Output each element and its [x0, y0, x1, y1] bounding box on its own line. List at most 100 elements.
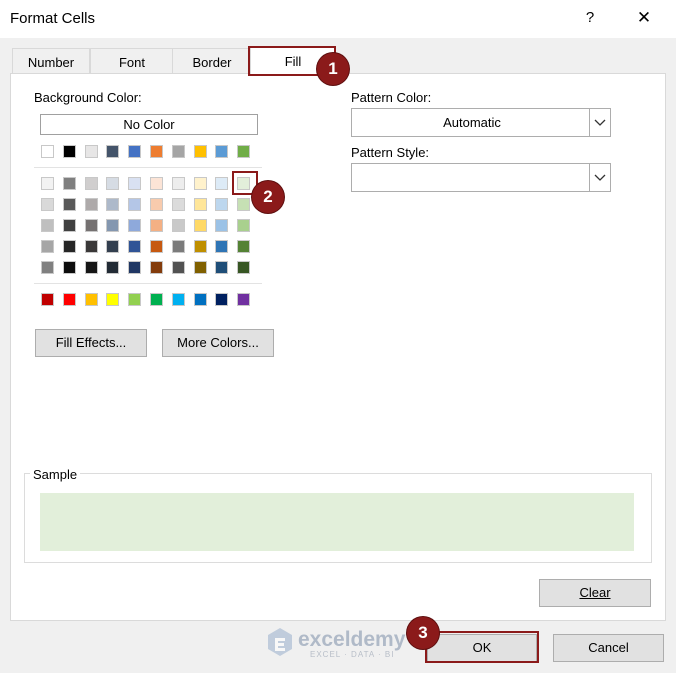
color-swatch-theme0-5[interactable]: [150, 177, 163, 190]
color-swatch-accent-7[interactable]: [193, 293, 207, 306]
color-swatch-theme3-3[interactable]: [106, 240, 120, 253]
ok-button-highlight: [425, 631, 539, 663]
color-swatch-theme1-9[interactable]: [237, 198, 251, 211]
color-swatch-theme4-7[interactable]: [193, 261, 207, 274]
color-swatch-theme3-6[interactable]: [171, 240, 185, 253]
color-swatch-theme1-4[interactable]: [128, 198, 142, 211]
color-swatch-theme1-3[interactable]: [106, 198, 120, 211]
pattern-style-label: Pattern Style:: [351, 145, 430, 160]
color-swatch-theme3-5[interactable]: [150, 240, 163, 253]
color-swatch-theme1-2[interactable]: [84, 198, 98, 211]
color-swatch-theme1-0[interactable]: [41, 198, 54, 211]
step-marker-2: 2: [252, 181, 284, 213]
color-swatch-theme4-2[interactable]: [84, 261, 98, 274]
pattern-style-dropdown[interactable]: [351, 163, 611, 192]
color-swatch-theme0-4[interactable]: [128, 177, 142, 190]
color-swatch-standard-2[interactable]: [84, 145, 98, 158]
color-swatch-theme1-1[interactable]: [62, 198, 76, 211]
color-swatch-theme4-6[interactable]: [171, 261, 185, 274]
tab-number[interactable]: Number: [12, 48, 90, 75]
close-button[interactable]: ✕: [630, 6, 658, 30]
color-swatch-standard-7[interactable]: [193, 145, 207, 158]
step-marker-1: 1: [317, 53, 349, 85]
color-swatch-theme2-7[interactable]: [193, 219, 207, 232]
clear-button[interactable]: Clear: [539, 579, 651, 607]
dialog-title: Format Cells: [10, 10, 96, 27]
color-swatch-theme4-9[interactable]: [237, 261, 251, 274]
cancel-button[interactable]: Cancel: [553, 634, 664, 662]
color-swatch-theme0-6[interactable]: [171, 177, 185, 190]
color-swatch-standard-6[interactable]: [171, 145, 185, 158]
step-marker-3: 3: [407, 617, 439, 649]
color-swatch-standard-8[interactable]: [215, 145, 229, 158]
color-swatch-theme2-2[interactable]: [84, 219, 98, 232]
watermark-tagline: EXCEL · DATA · BI: [310, 650, 395, 659]
pattern-color-value: Automatic: [443, 115, 501, 130]
chevron-down-icon[interactable]: [589, 109, 610, 136]
color-swatch-accent-1[interactable]: [62, 293, 76, 306]
color-swatch-accent-4[interactable]: [128, 293, 142, 306]
fill-effects-button[interactable]: Fill Effects...: [35, 329, 147, 357]
color-swatch-theme2-5[interactable]: [150, 219, 163, 232]
color-swatch-accent-8[interactable]: [215, 293, 229, 306]
color-swatch-theme4-8[interactable]: [215, 261, 229, 274]
color-swatch-theme0-0[interactable]: [41, 177, 54, 190]
color-swatch-theme1-5[interactable]: [150, 198, 163, 211]
color-swatch-theme2-9[interactable]: [237, 219, 251, 232]
color-swatch-theme3-4[interactable]: [128, 240, 142, 253]
color-swatch-accent-3[interactable]: [106, 293, 120, 306]
color-swatch-theme0-3[interactable]: [106, 177, 120, 190]
title-bar: [0, 0, 676, 38]
tab-border[interactable]: Border: [172, 48, 252, 75]
color-swatch-standard-9[interactable]: [237, 145, 251, 158]
color-swatch-theme4-4[interactable]: [128, 261, 142, 274]
color-swatch-theme0-2[interactable]: [84, 177, 98, 190]
color-swatch-theme3-0[interactable]: [41, 240, 54, 253]
color-swatch-theme3-8[interactable]: [215, 240, 229, 253]
color-swatch-theme3-7[interactable]: [193, 240, 207, 253]
color-swatch-accent-9[interactable]: [237, 293, 251, 306]
color-swatch-theme2-1[interactable]: [62, 219, 76, 232]
color-swatch-theme2-3[interactable]: [106, 219, 120, 232]
color-swatch-theme0-8[interactable]: [215, 177, 229, 190]
watermark-name: exceldemy: [298, 628, 406, 651]
sample-label: Sample: [30, 467, 81, 482]
pattern-color-label: Pattern Color:: [351, 90, 432, 105]
more-colors-button[interactable]: More Colors...: [162, 329, 274, 357]
color-swatch-theme1-8[interactable]: [215, 198, 229, 211]
color-swatch-theme3-1[interactable]: [62, 240, 76, 253]
color-swatch-theme0-1[interactable]: [62, 177, 76, 190]
color-swatch-theme3-2[interactable]: [84, 240, 98, 253]
color-swatch-theme2-8[interactable]: [215, 219, 229, 232]
color-swatch-theme1-7[interactable]: [193, 198, 207, 211]
color-swatch-theme3-9[interactable]: [237, 240, 251, 253]
color-swatch-theme1-6[interactable]: [171, 198, 185, 211]
color-swatch-standard-1[interactable]: [62, 145, 76, 158]
clear-button-label: Clear: [579, 585, 611, 600]
no-color-button[interactable]: No Color: [40, 114, 258, 135]
color-swatch-standard-3[interactable]: [106, 145, 120, 158]
tab-font[interactable]: Font: [90, 48, 174, 75]
color-swatch-standard-0[interactable]: [41, 145, 54, 158]
color-swatch-theme2-6[interactable]: [171, 219, 185, 232]
color-swatch-theme0-7[interactable]: [193, 177, 207, 190]
palette-divider: [34, 167, 262, 168]
color-swatch-theme2-0[interactable]: [41, 219, 54, 232]
color-swatch-accent-0[interactable]: [41, 293, 54, 306]
palette-divider: [34, 283, 262, 284]
color-swatch-standard-5[interactable]: [150, 145, 163, 158]
pattern-style-value: [352, 164, 592, 191]
color-swatch-standard-4[interactable]: [128, 145, 142, 158]
color-swatch-theme4-1[interactable]: [62, 261, 76, 274]
color-swatch-theme4-5[interactable]: [150, 261, 163, 274]
pattern-color-dropdown[interactable]: Automatic: [351, 108, 611, 137]
chevron-down-icon[interactable]: [589, 164, 610, 191]
sample-preview: [40, 493, 634, 551]
color-swatch-accent-2[interactable]: [84, 293, 98, 306]
color-swatch-accent-5[interactable]: [150, 293, 163, 306]
help-button[interactable]: ?: [578, 6, 602, 30]
color-swatch-theme2-4[interactable]: [128, 219, 142, 232]
color-swatch-theme4-3[interactable]: [106, 261, 120, 274]
color-swatch-theme4-0[interactable]: [41, 261, 54, 274]
color-swatch-accent-6[interactable]: [171, 293, 185, 306]
